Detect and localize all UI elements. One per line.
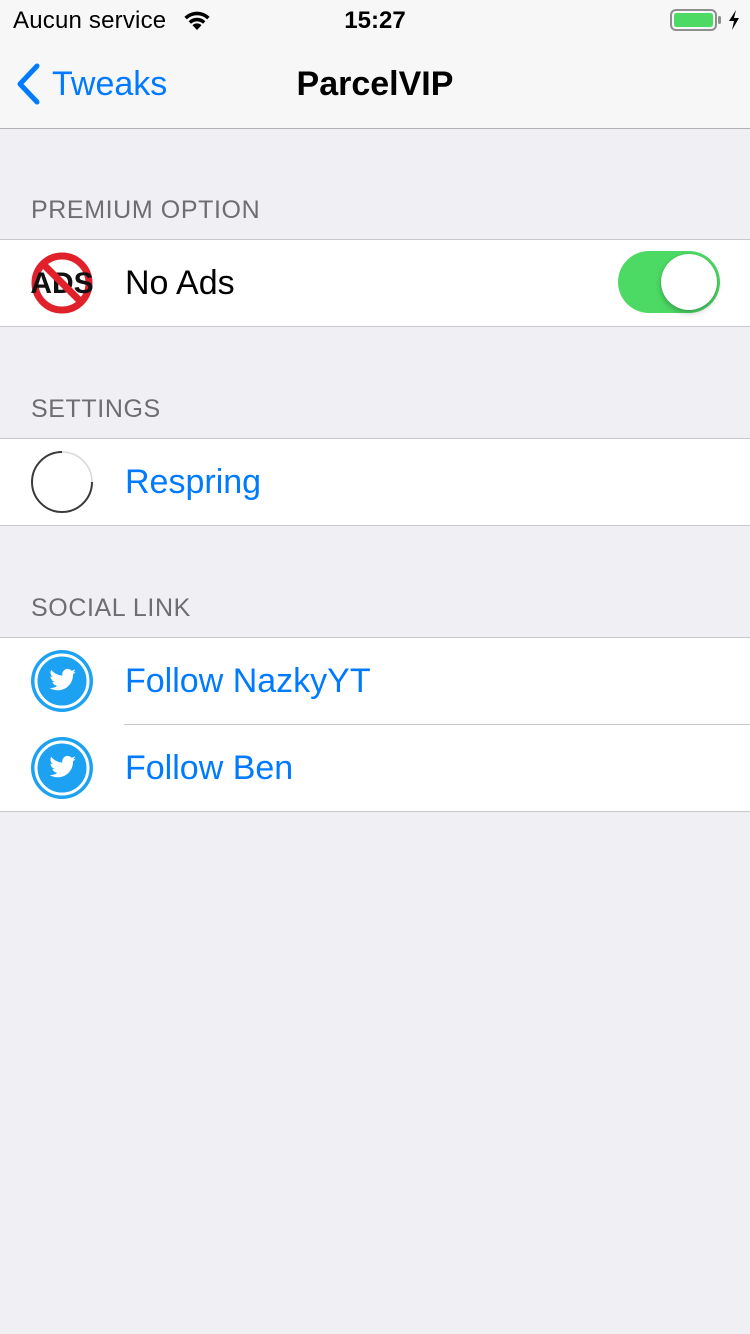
follow-nazkyyt-cell[interactable]: Follow NazkyYT xyxy=(0,638,750,724)
follow-ben-cell[interactable]: Follow Ben xyxy=(0,725,750,811)
twitter-icon xyxy=(31,650,93,712)
toggle-knob xyxy=(661,254,717,310)
section-header-settings: SETTINGS xyxy=(31,395,161,423)
no-ads-cell: ADS No Ads xyxy=(0,240,750,326)
respring-icon xyxy=(31,451,93,513)
no-ads-icon: ADS xyxy=(30,252,94,314)
section-header-social: SOCIAL LINK xyxy=(31,594,191,622)
navigation-bar: Tweaks ParcelVIP xyxy=(0,40,750,129)
charging-icon xyxy=(729,10,739,30)
respring-label: Respring xyxy=(125,463,262,501)
no-ads-label: No Ads xyxy=(125,264,235,302)
page-title: ParcelVIP xyxy=(296,65,454,103)
respring-cell[interactable]: Respring xyxy=(0,439,750,525)
status-bar: Aucun service 15:27 xyxy=(0,0,750,40)
follow-nazkyyt-label: Follow NazkyYT xyxy=(125,662,371,700)
premium-group: ADS No Ads xyxy=(0,239,750,327)
no-ads-toggle[interactable] xyxy=(618,251,720,313)
section-header-premium: PREMIUM OPTION xyxy=(31,196,261,224)
battery-icon xyxy=(670,9,721,31)
social-group: Follow NazkyYT Follow Ben xyxy=(0,637,750,812)
follow-ben-label: Follow Ben xyxy=(125,749,294,787)
twitter-icon xyxy=(31,737,93,799)
settings-group: Respring xyxy=(0,438,750,526)
status-time: 15:27 xyxy=(344,7,406,34)
